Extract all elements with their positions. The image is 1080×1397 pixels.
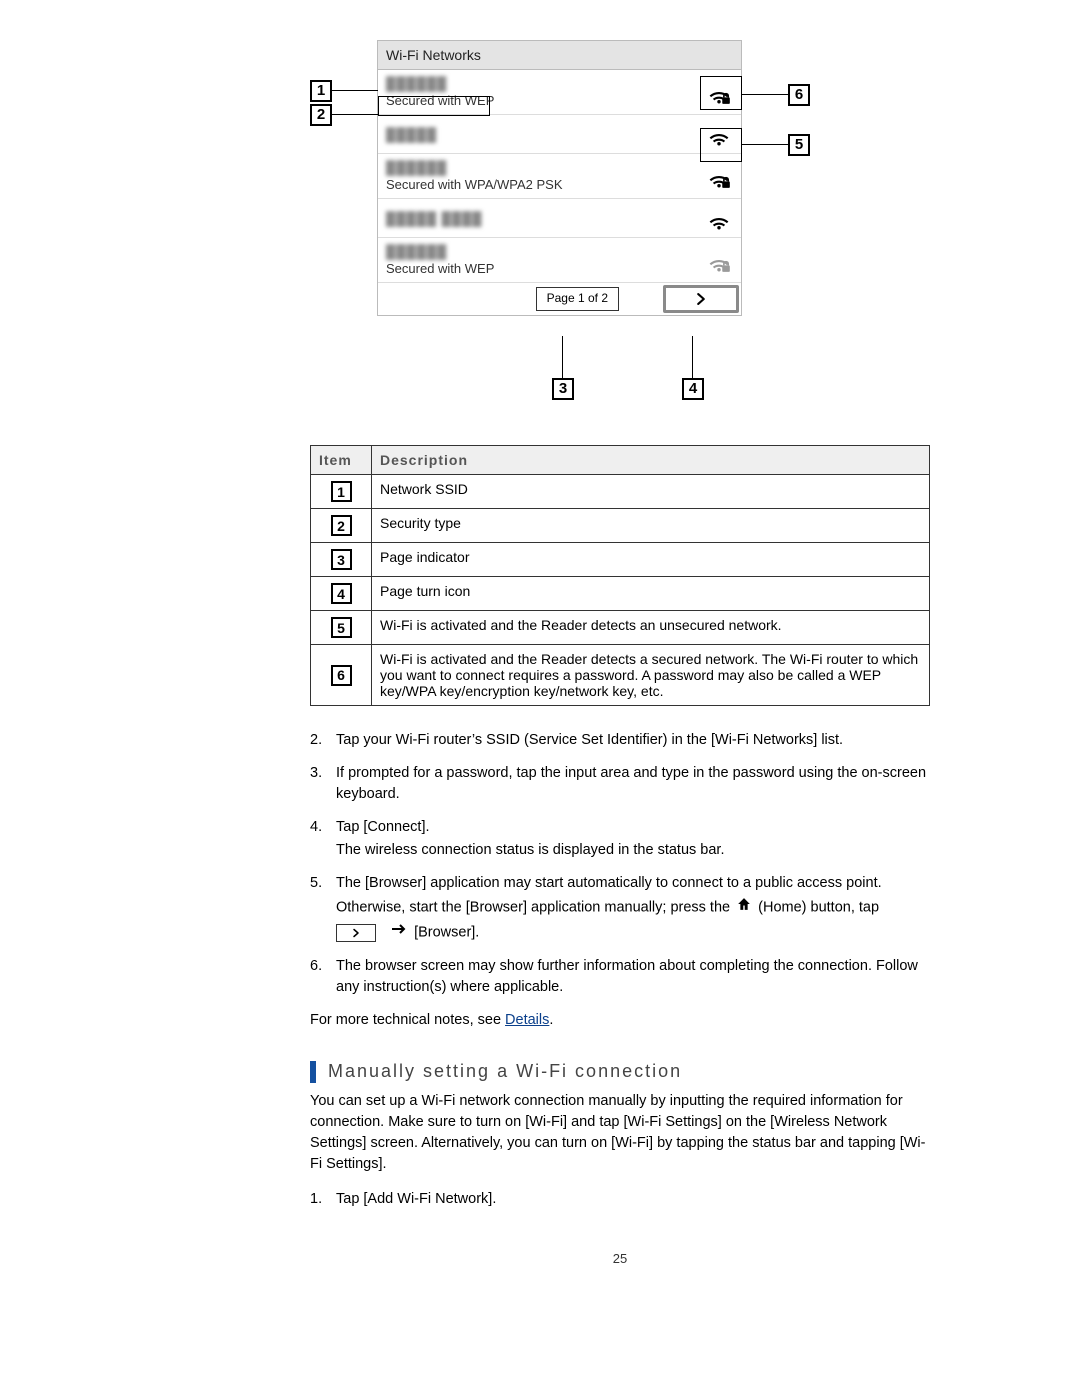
- ssid-blurred: █████: [386, 127, 705, 142]
- legend-num: 3: [331, 549, 352, 570]
- legend-num: 5: [331, 617, 352, 638]
- steps-list: Tap your Wi-Fi router’s SSID (Service Se…: [310, 730, 930, 998]
- callout-4: 4: [682, 378, 704, 400]
- step-3: If prompted for a password, tap the inpu…: [310, 763, 930, 805]
- manual-steps: Tap [Add Wi-Fi Network].: [310, 1189, 930, 1211]
- wifi-secured-icon: [705, 79, 733, 105]
- callout-1: 1: [310, 80, 332, 102]
- ssid-blurred: ██████: [386, 76, 705, 91]
- callout-5: 5: [788, 134, 810, 156]
- legend-desc: Wi-Fi is activated and the Reader detect…: [372, 645, 930, 706]
- tech-notes-line: For more technical notes, see Details.: [310, 1010, 930, 1031]
- screen-footer: Page 1 of 2: [378, 283, 741, 315]
- reader-screen: Wi-Fi Networks ██████ Secured with WEP █…: [377, 40, 742, 316]
- legend-desc: Wi-Fi is activated and the Reader detect…: [372, 611, 930, 645]
- legend-num: 6: [331, 665, 352, 686]
- page-turn-button[interactable]: [663, 285, 739, 313]
- callout-line: [742, 94, 788, 95]
- legend-desc: Security type: [372, 509, 930, 543]
- home-icon: [736, 896, 752, 919]
- legend-desc: Page turn icon: [372, 577, 930, 611]
- wifi-row[interactable]: ██████ Secured with WPA/WPA2 PSK: [378, 154, 741, 199]
- wifi-networks-figure: Wi-Fi Networks ██████ Secured with WEP █…: [310, 40, 930, 415]
- wifi-secured-icon: [705, 163, 733, 189]
- legend-desc: Network SSID: [372, 475, 930, 509]
- page-indicator: Page 1 of 2: [536, 287, 619, 311]
- wifi-row[interactable]: █████ ████: [378, 199, 741, 238]
- manual-step-1: Tap [Add Wi-Fi Network].: [310, 1189, 930, 1211]
- step-6: The browser screen may show further info…: [310, 956, 930, 998]
- ssid-blurred: ██████: [386, 160, 705, 175]
- legend-num: 1: [331, 481, 352, 502]
- legend-table: Item Description 1 Network SSID 2 Security…: [310, 445, 930, 706]
- security-label: Secured with WEP: [386, 261, 705, 276]
- page-turn-mini-icon: [336, 924, 376, 942]
- callout-line: [332, 90, 378, 91]
- ssid-blurred: █████ ████: [386, 211, 705, 226]
- wifi-row[interactable]: █████: [378, 115, 741, 154]
- arrow-right-icon: [390, 921, 406, 944]
- callout-line: [742, 144, 788, 145]
- wifi-secured-weak-icon: [705, 247, 733, 273]
- callout-6: 6: [788, 84, 810, 106]
- screen-title: Wi-Fi Networks: [378, 41, 741, 70]
- security-label: Secured with WEP: [386, 93, 705, 108]
- section-heading: Manually setting a Wi-Fi connection: [310, 1061, 930, 1083]
- callout-3: 3: [552, 378, 574, 400]
- callout-line: [332, 114, 378, 115]
- step-5: The [Browser] application may start auto…: [310, 873, 930, 944]
- details-link[interactable]: Details: [505, 1012, 549, 1028]
- step-4: Tap [Connect]. The wireless connection s…: [310, 817, 930, 861]
- wifi-row[interactable]: ██████ Secured with WEP: [378, 238, 741, 283]
- security-label: Secured with WPA/WPA2 PSK: [386, 177, 705, 192]
- wifi-open-icon: [705, 121, 733, 147]
- legend-head-item: Item: [311, 446, 372, 475]
- section-body: You can set up a Wi-Fi network connectio…: [310, 1091, 930, 1175]
- legend-desc: Page indicator: [372, 543, 930, 577]
- legend-num: 2: [331, 515, 352, 536]
- page-number: 25: [310, 1251, 930, 1266]
- legend-head-desc: Description: [372, 446, 930, 475]
- callout-line: [562, 336, 563, 378]
- legend-num: 4: [331, 583, 352, 604]
- callout-2: 2: [310, 104, 332, 126]
- step-2: Tap your Wi-Fi router’s SSID (Service Se…: [310, 730, 930, 751]
- callout-line: [692, 336, 693, 378]
- wifi-row[interactable]: ██████ Secured with WEP: [378, 70, 741, 115]
- ssid-blurred: ██████: [386, 244, 705, 259]
- wifi-open-icon: [705, 205, 733, 231]
